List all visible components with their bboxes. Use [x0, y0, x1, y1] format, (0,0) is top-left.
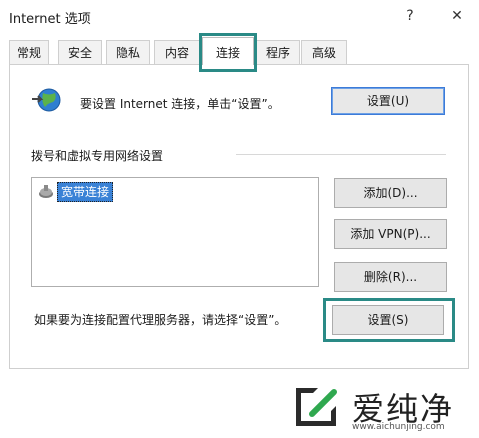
list-item[interactable]: 宽带连接 — [37, 182, 114, 202]
tab-security[interactable]: 安全 — [58, 40, 102, 64]
setup-instructions: 要设置 Internet 连接，单击“设置”。 — [80, 97, 280, 111]
add-button[interactable]: 添加(D)... — [334, 178, 447, 208]
section-divider — [236, 154, 446, 155]
dialup-section-label: 拨号和虚拟专用网络设置 — [31, 149, 164, 163]
title-bar: Internet 选项 ? ✕ — [0, 0, 479, 34]
tab-content[interactable]: 内容 — [154, 40, 200, 64]
connection-label: 宽带连接 — [57, 182, 114, 202]
proxy-instructions: 如果要为连接配置代理服务器，请选择“设置”。 — [34, 313, 287, 327]
add-vpn-button[interactable]: 添加 VPN(P)... — [334, 219, 447, 249]
broadband-connection-icon — [37, 184, 55, 200]
remove-button[interactable]: 删除(R)... — [334, 262, 447, 292]
tab-general[interactable]: 常规 — [9, 40, 49, 64]
connections-list[interactable]: 宽带连接 — [31, 177, 319, 287]
tab-privacy[interactable]: 隐私 — [106, 40, 150, 64]
watermark-logo-icon — [292, 384, 344, 430]
tab-advanced[interactable]: 高级 — [301, 40, 347, 64]
tab-connections[interactable]: 连接 — [202, 37, 254, 65]
window-title: Internet 选项 — [9, 12, 91, 27]
lan-settings-button[interactable]: 设置(S) — [332, 305, 444, 335]
internet-globe-icon — [30, 87, 62, 113]
watermark-url: www.aichunjing.com — [352, 422, 445, 432]
help-button[interactable]: ? — [398, 5, 422, 27]
watermark: 爱纯净 www.aichunjing.com — [292, 382, 472, 434]
tab-programs[interactable]: 程序 — [256, 40, 300, 64]
close-button[interactable]: ✕ — [445, 5, 469, 27]
setup-button[interactable]: 设置(U) — [331, 87, 445, 115]
